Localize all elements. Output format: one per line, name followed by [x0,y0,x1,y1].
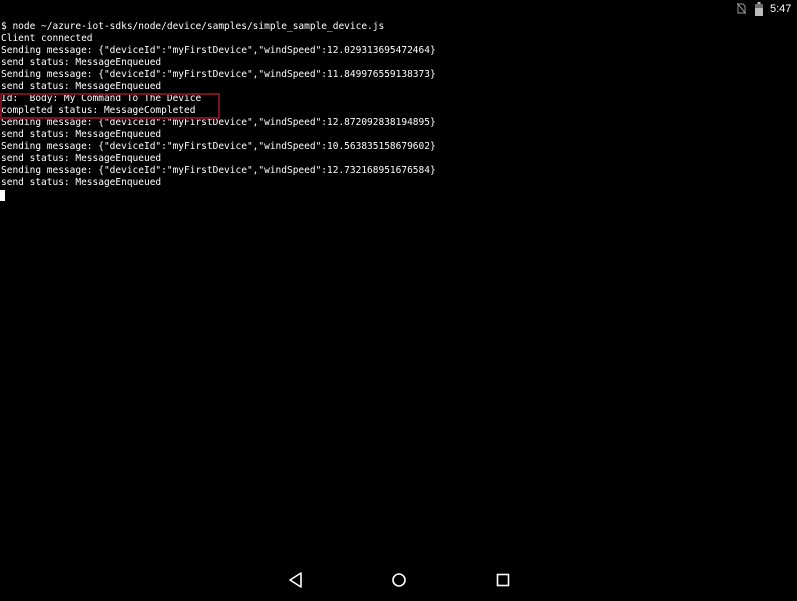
terminal-line-command: $ node ~/azure-iot-sdks/node/device/samp… [1,21,385,32]
battery-icon [755,2,763,16]
terminal-line: Sending message: {"deviceId":"myFirstDev… [1,165,436,176]
status-bar: 5:47 [0,0,797,20]
terminal-line: send status: MessageEnqueued [1,57,162,68]
terminal-output[interactable]: $ node ~/azure-iot-sdks/node/device/samp… [0,21,797,201]
clock: 5:47 [770,3,792,15]
android-screen: 5:47 $ node ~/azure-iot-sdks/node/device… [0,0,797,601]
terminal-line: send status: MessageEnqueued [1,177,162,188]
terminal-line: send status: MessageEnqueued [1,153,162,164]
terminal-line: Sending message: {"deviceId":"myFirstDev… [1,69,436,80]
terminal-line-command-received: Id: Body: My Command To The Device [1,93,202,104]
terminal-line: Client connected [1,33,93,44]
home-icon[interactable] [389,570,409,590]
back-icon[interactable] [286,570,306,590]
terminal-line: send status: MessageEnqueued [1,81,162,92]
terminal-line: Sending message: {"deviceId":"myFirstDev… [1,117,436,128]
recents-icon[interactable] [493,570,513,590]
no-sim-icon [737,3,746,14]
terminal-line-completed-status: completed status: MessageCompleted [1,105,196,116]
navigation-bar [0,560,797,601]
terminal-line: Sending message: {"deviceId":"myFirstDev… [1,141,436,152]
terminal-line: Sending message: {"deviceId":"myFirstDev… [1,45,436,56]
terminal-line: send status: MessageEnqueued [1,129,162,140]
terminal-cursor [0,190,5,201]
